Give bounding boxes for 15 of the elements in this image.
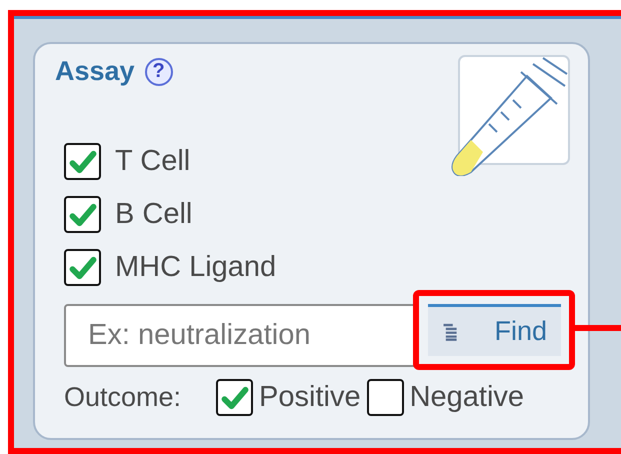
checkbox-label: MHC Ligand [115, 251, 276, 284]
test-tube-icon [449, 54, 571, 176]
checkbox-label: T Cell [115, 145, 190, 178]
panel-title: Assay [55, 56, 135, 87]
checkbox[interactable] [366, 379, 404, 416]
checkbox-label: Positive [259, 381, 361, 414]
checkbox-label: Negative [410, 381, 524, 414]
outcome-label: Outcome: [64, 382, 182, 413]
checkbox[interactable] [64, 196, 101, 233]
checkbox-label: B Cell [115, 198, 192, 231]
find-button[interactable]: Find [428, 304, 561, 356]
checkbox[interactable] [216, 379, 254, 416]
help-icon[interactable]: ? [144, 58, 173, 86]
checkbox[interactable] [64, 143, 101, 180]
checkbox[interactable] [64, 249, 101, 286]
